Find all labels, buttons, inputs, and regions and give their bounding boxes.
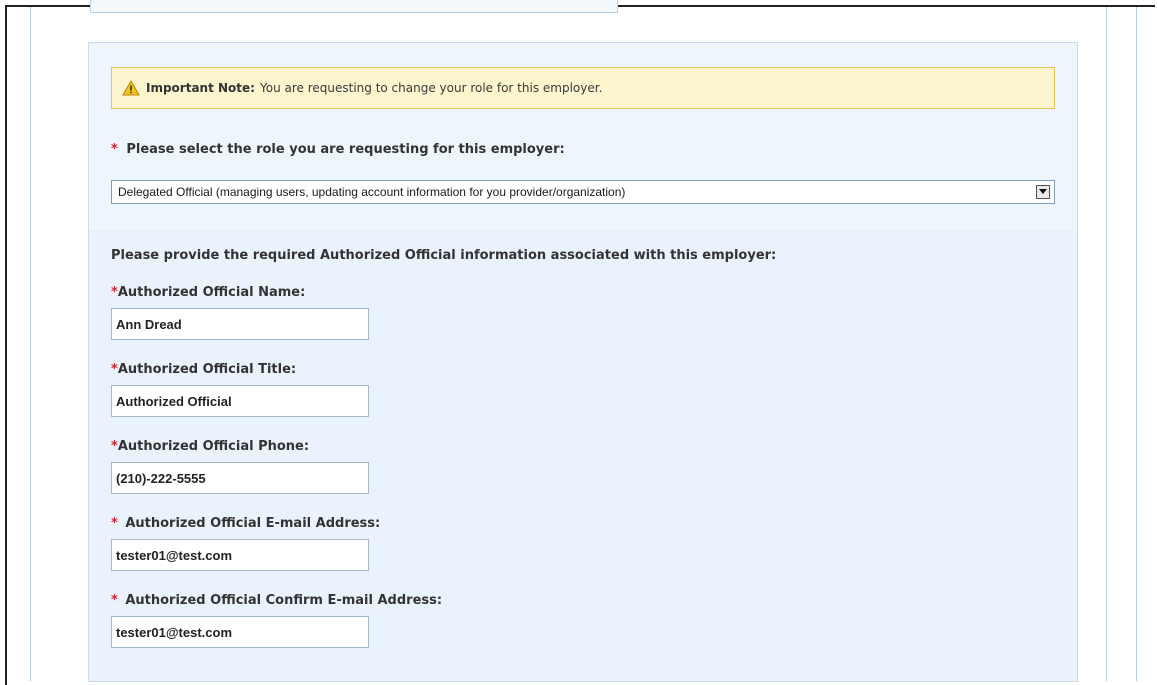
warning-triangle-icon [122, 80, 140, 96]
required-marker: * [111, 362, 118, 377]
important-note: Important Note: You are requesting to ch… [111, 67, 1055, 109]
page-border-left [30, 7, 31, 681]
role-select[interactable]: Delegated Official (managing users, upda… [111, 180, 1055, 204]
title-label: *Authorized Official Title: [111, 362, 296, 377]
authorized-official-name-input[interactable] [111, 308, 369, 340]
page-border-right [1106, 7, 1107, 681]
required-marker: * [111, 142, 118, 157]
email-label-text: Authorized Official E-mail Address: [125, 516, 380, 531]
dropdown-arrow-icon[interactable] [1036, 185, 1050, 199]
required-marker: * [111, 516, 118, 531]
required-marker: * [111, 439, 118, 454]
authorized-official-phone-input[interactable] [111, 462, 369, 494]
name-label: *Authorized Official Name: [111, 285, 305, 300]
confirm-email-label: * Authorized Official Confirm E-mail Add… [111, 593, 442, 608]
email-label: * Authorized Official E-mail Address: [111, 516, 380, 531]
authorized-official-email-input[interactable] [111, 539, 369, 571]
previous-field-box [90, 0, 618, 13]
note-title: Important Note: [146, 81, 255, 95]
phone-label: *Authorized Official Phone: [111, 439, 309, 454]
phone-label-text: Authorized Official Phone: [118, 439, 309, 454]
confirm-email-label-text: Authorized Official Confirm E-mail Addre… [125, 593, 442, 608]
role-label-text: Please select the role you are requestin… [126, 142, 564, 157]
authorized-section-intro: Please provide the required Authorized O… [111, 248, 776, 263]
role-change-panel: Important Note: You are requesting to ch… [88, 42, 1078, 682]
role-label: * Please select the role you are request… [111, 142, 565, 157]
title-label-text: Authorized Official Title: [118, 362, 296, 377]
note-text: You are requesting to change your role f… [260, 81, 602, 95]
name-label-text: Authorized Official Name: [118, 285, 305, 300]
page-border-far-right [1136, 7, 1137, 681]
authorized-official-title-input[interactable] [111, 385, 369, 417]
required-marker: * [111, 593, 118, 608]
role-select-value: Delegated Official (managing users, upda… [118, 185, 625, 199]
required-marker: * [111, 285, 118, 300]
authorized-official-confirm-email-input[interactable] [111, 616, 369, 648]
